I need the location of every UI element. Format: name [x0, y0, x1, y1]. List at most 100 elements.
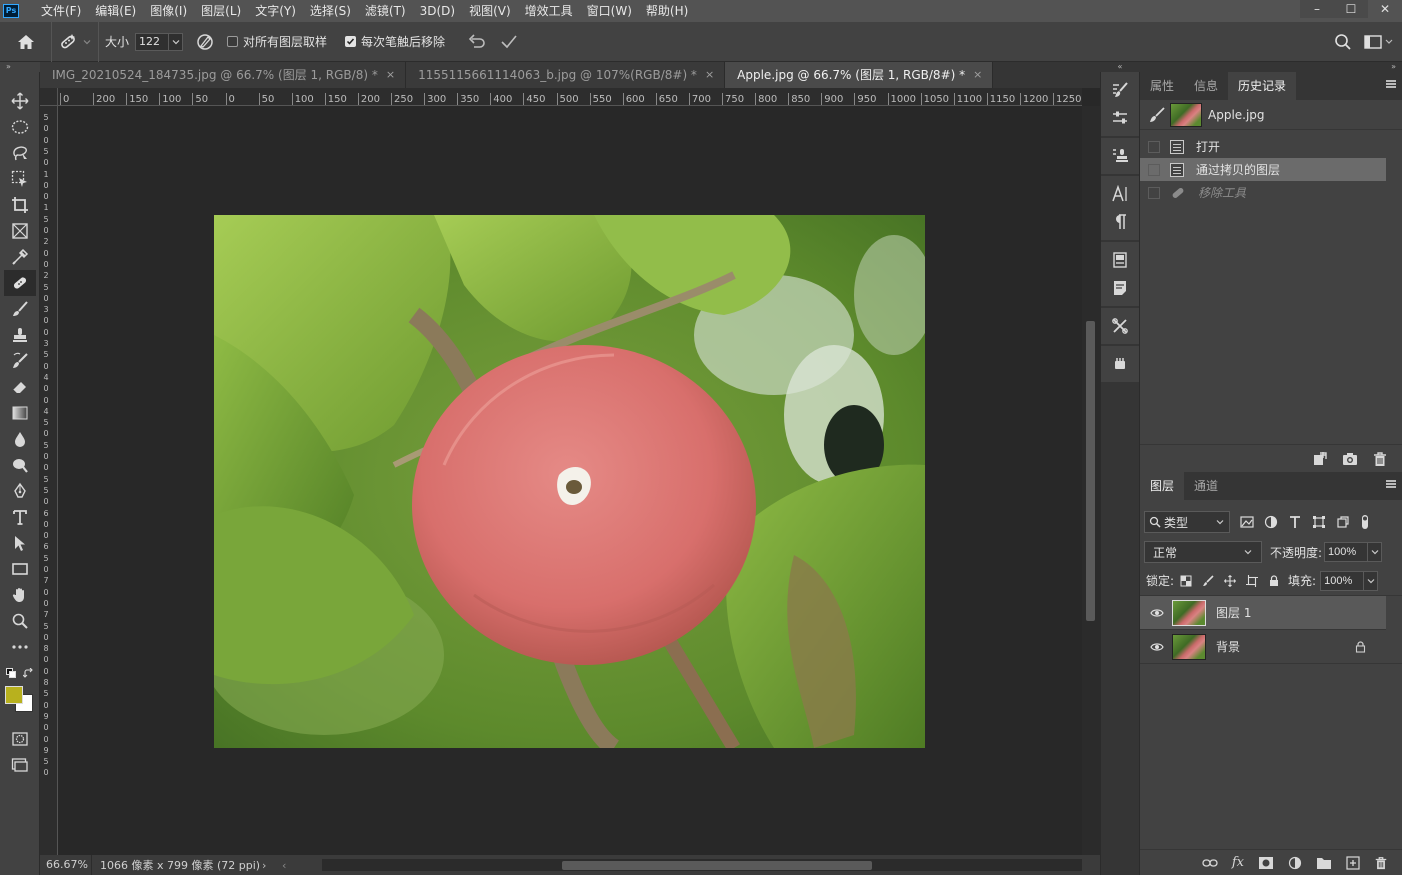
menu-file[interactable]: 文件(F) [34, 0, 88, 22]
paragraph-button[interactable] [1101, 208, 1139, 236]
tools-preset-button[interactable] [1101, 312, 1139, 340]
horizontal-ruler[interactable]: 0 200 150 100 50 0 50 100 150 200 250 300 350 400 450 5… [58, 88, 1082, 106]
tab-img-20210524[interactable]: IMG_20210524_184735.jpg @ 66.7% (图层 1, R… [40, 62, 407, 88]
tab-1155115661114063[interactable]: 1155115661114063_b.jpg @ 107%(RGB/8#) * … [406, 62, 726, 88]
tab-close-button[interactable]: × [973, 62, 982, 88]
visibility-toggle[interactable] [1148, 608, 1166, 618]
swap-colors-icon[interactable] [23, 667, 34, 679]
lock-artboard-icon[interactable] [1246, 574, 1259, 587]
lock-transparent-icon[interactable] [1180, 575, 1192, 587]
gradient-tool[interactable] [0, 400, 40, 426]
filter-toggle-icon[interactable] [1360, 514, 1370, 530]
menu-edit[interactable]: 编辑(E) [88, 0, 143, 22]
opacity-dropdown[interactable] [1368, 542, 1383, 562]
filter-adjustment-icon[interactable] [1264, 515, 1278, 529]
menu-filter[interactable]: 滤镜(T) [358, 0, 413, 22]
lock-position-icon[interactable] [1224, 574, 1236, 587]
screen-mode-button[interactable] [0, 752, 40, 778]
quick-mask-button[interactable] [0, 726, 40, 752]
layer-style-button[interactable]: fx [1232, 855, 1244, 870]
panels-collapse[interactable]: » [1140, 62, 1402, 72]
tab-close-button[interactable]: × [705, 62, 714, 88]
filter-shape-icon[interactable] [1312, 515, 1326, 529]
horizontal-scrollbar[interactable] [322, 859, 1082, 871]
filter-smart-object-icon[interactable] [1336, 515, 1350, 529]
remove-after-stroke-checkbox[interactable] [345, 36, 357, 47]
hand-tool[interactable] [0, 582, 40, 608]
remove-after-stroke-option[interactable]: 每次笔触后移除 [339, 22, 451, 62]
brush-settings-button[interactable] [1101, 76, 1139, 104]
vertical-ruler[interactable]: 5005010015020025030035040045050055060065… [40, 106, 58, 856]
menu-3d[interactable]: 3D(D) [413, 0, 462, 22]
close-button[interactable]: ✕ [1368, 0, 1402, 18]
link-layers-icon[interactable] [1202, 856, 1218, 870]
path-selection-tool[interactable] [0, 530, 40, 556]
maximize-button[interactable]: ☐ [1334, 0, 1368, 18]
menu-view[interactable]: 视图(V) [462, 0, 518, 22]
layer-row-layer-1[interactable]: 图层 1 [1140, 596, 1386, 630]
stamp-tool[interactable] [0, 322, 40, 348]
menu-plugins[interactable]: 增效工具 [518, 0, 580, 22]
tab-close-button[interactable]: × [386, 62, 395, 88]
remove-tool[interactable] [4, 270, 36, 296]
camera-icon[interactable] [1342, 451, 1358, 467]
default-colors-icon[interactable] [6, 668, 16, 678]
menu-window[interactable]: 窗口(W) [580, 0, 639, 22]
visibility-toggle[interactable] [1148, 642, 1166, 652]
pen-tool[interactable] [0, 478, 40, 504]
zoom-tool[interactable] [0, 608, 40, 634]
blur-tool[interactable] [0, 426, 40, 452]
marquee-tool[interactable] [0, 114, 40, 140]
strip-collapse[interactable]: « [1100, 62, 1140, 72]
history-brush-source-icon[interactable] [1148, 106, 1166, 124]
menu-type[interactable]: 文字(Y) [248, 0, 303, 22]
opacity-input[interactable] [1324, 542, 1369, 562]
lasso-tool[interactable] [0, 140, 40, 166]
commit-button[interactable] [493, 22, 525, 62]
clone-source-button[interactable] [1101, 142, 1139, 170]
menu-layer[interactable]: 图层(L) [194, 0, 248, 22]
filter-pixel-icon[interactable] [1240, 515, 1254, 529]
history-brush-tool[interactable] [0, 348, 40, 374]
dodge-tool[interactable] [0, 452, 40, 478]
home-button[interactable] [0, 21, 52, 62]
frame-tool[interactable] [0, 218, 40, 244]
blend-mode-select[interactable]: 正常 [1144, 541, 1262, 563]
menu-image[interactable]: 图像(I) [143, 0, 194, 22]
move-tool[interactable] [0, 88, 40, 114]
history-item-layer-via-copy[interactable]: 通过拷贝的图层 [1140, 158, 1386, 181]
history-snapshot[interactable]: Apple.jpg [1140, 100, 1402, 130]
filter-type-icon[interactable] [1288, 515, 1302, 529]
lock-all-icon[interactable] [1268, 574, 1280, 587]
brush-tool[interactable] [0, 296, 40, 322]
minimize-button[interactable]: – [1300, 0, 1334, 18]
layer-name[interactable]: 图层 1 [1216, 604, 1251, 621]
folder-icon[interactable] [1316, 856, 1332, 870]
fill-dropdown[interactable] [1364, 570, 1379, 591]
menu-help[interactable]: 帮助(H) [639, 0, 695, 22]
status-menu-arrow[interactable]: › [262, 859, 266, 872]
reset-button[interactable] [461, 22, 493, 62]
sample-all-layers-checkbox[interactable] [227, 36, 239, 47]
canvas-area[interactable] [58, 106, 1082, 856]
crop-tool[interactable] [0, 192, 40, 218]
sample-all-layers-option[interactable]: 对所有图层取样 [221, 22, 333, 62]
size-input[interactable] [135, 32, 170, 51]
horizontal-scroll-thumb[interactable] [562, 861, 872, 870]
pressure-size-button[interactable] [189, 22, 221, 62]
notes-button[interactable] [1101, 274, 1139, 302]
type-tool[interactable] [0, 504, 40, 530]
history-item-checkbox[interactable] [1148, 163, 1160, 176]
new-layer-icon[interactable] [1346, 855, 1360, 870]
menu-select[interactable]: 选择(S) [303, 0, 358, 22]
layer-filter-select[interactable]: 类型 [1144, 511, 1230, 533]
character-button[interactable] [1101, 180, 1139, 208]
photoshop-logo[interactable]: Ps [0, 0, 22, 22]
libraries-button[interactable] [1101, 246, 1139, 274]
fill-input[interactable] [1320, 570, 1365, 591]
new-document-from-state-icon[interactable] [1312, 451, 1328, 467]
object-selection-tool[interactable] [0, 166, 40, 192]
trash-icon[interactable] [1374, 856, 1388, 870]
lock-pixels-icon[interactable] [1202, 574, 1214, 587]
more-tools[interactable] [0, 634, 40, 660]
